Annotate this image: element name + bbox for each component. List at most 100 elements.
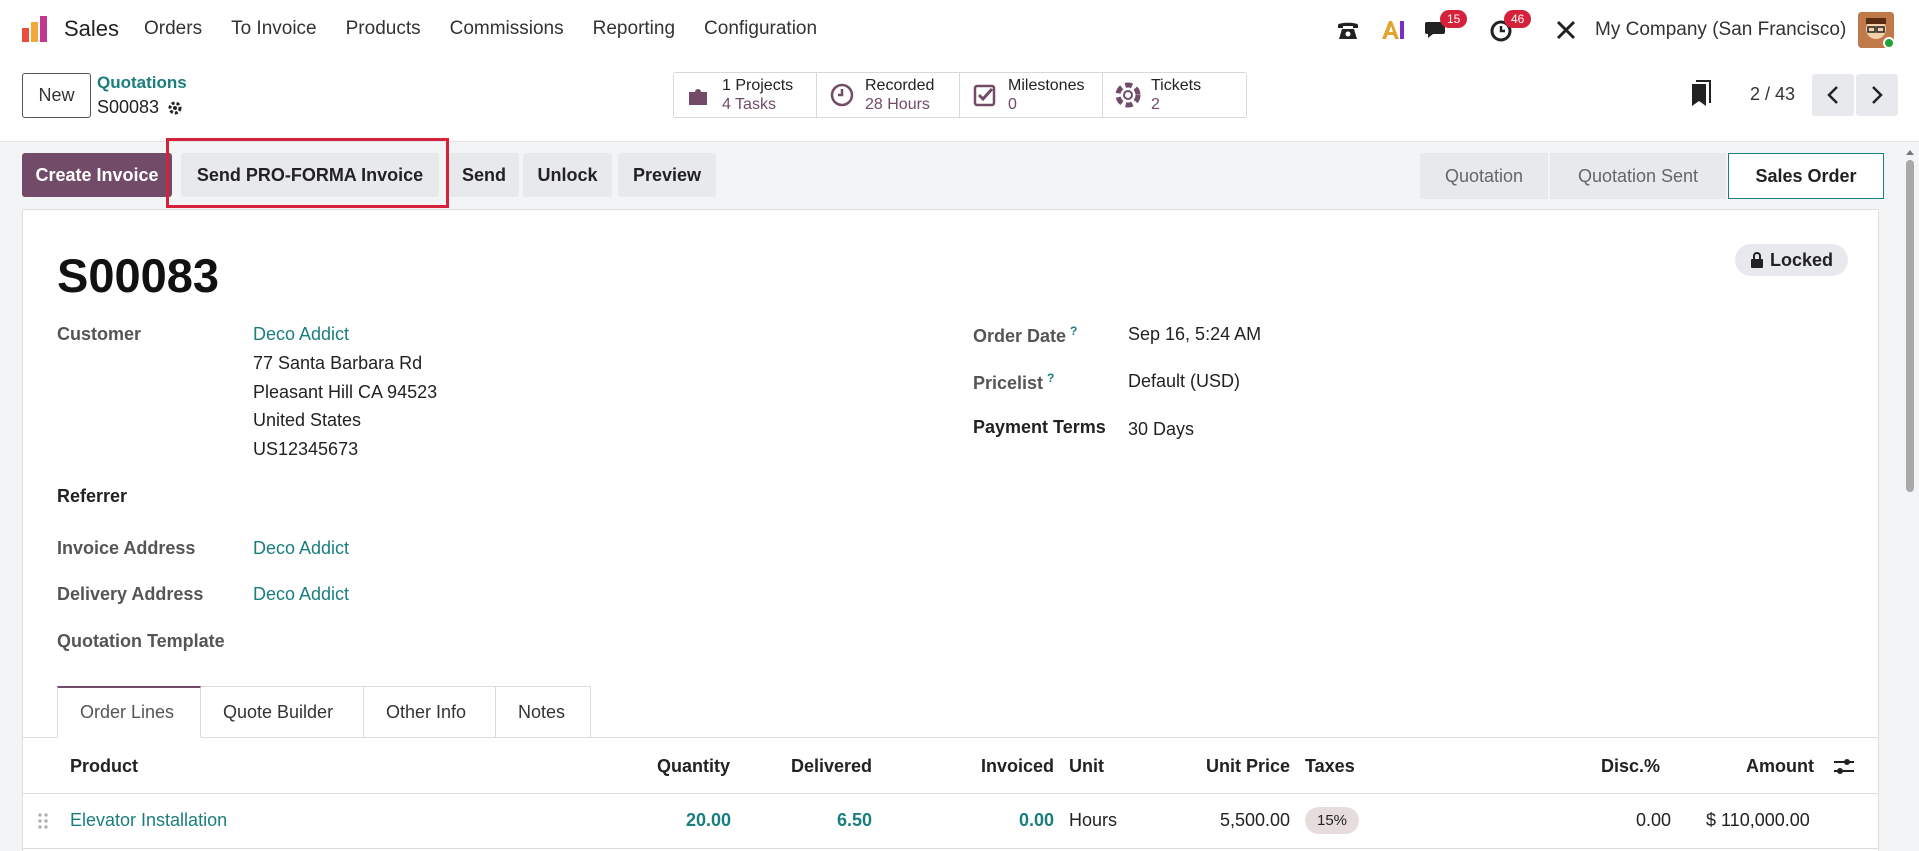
breadcrumb-current: S00083 xyxy=(97,97,183,118)
payment-terms-label: Payment Terms xyxy=(973,417,1106,437)
projects-count: 1 Projects xyxy=(722,77,794,94)
pricelist-value[interactable]: Default (USD) xyxy=(1128,371,1240,392)
tab-other-info[interactable]: Other Info xyxy=(364,686,496,738)
tab-quote-builder[interactable]: Quote Builder xyxy=(201,686,364,738)
smart-buttons: 1 Projects 4 Tasks Recorded 28 Hours Miles… xyxy=(673,72,1247,118)
status-quotation[interactable]: Quotation xyxy=(1420,153,1548,199)
breadcrumb-current-label: S00083 xyxy=(97,97,160,117)
row-invoiced: 0.00 xyxy=(1019,810,1055,830)
chat-badge: 15 xyxy=(1440,10,1468,28)
tickets-smart-button[interactable]: Tickets 2 xyxy=(1103,73,1246,117)
tickets-count: 2 xyxy=(1151,96,1160,113)
new-button[interactable]: New xyxy=(22,73,91,118)
sales-app-icon[interactable] xyxy=(20,14,50,44)
app-name[interactable]: Sales xyxy=(64,16,119,42)
tasks-count: 4 Tasks xyxy=(722,96,776,113)
drag-handle-icon[interactable] xyxy=(37,812,49,830)
referrer-label: Referrer xyxy=(57,486,128,506)
column-unit[interactable]: Unit xyxy=(1069,756,1104,777)
chevron-right-icon xyxy=(1872,86,1883,104)
pager-value[interactable]: 2 / 43 xyxy=(1750,84,1795,105)
row-disc[interactable]: 0.00 xyxy=(1636,810,1671,831)
order-date-help-icon[interactable]: ? xyxy=(1070,324,1077,338)
customer-label: Customer xyxy=(57,324,142,344)
customer-vat: US12345673 xyxy=(253,439,359,459)
row-unit-price[interactable]: 5,500.00 xyxy=(1220,810,1290,831)
tickets-label: Tickets xyxy=(1151,77,1202,94)
milestones-label: Milestones xyxy=(1008,77,1085,94)
column-taxes[interactable]: Taxes xyxy=(1305,756,1355,777)
pricelist-help-icon[interactable]: ? xyxy=(1047,371,1054,385)
row-delivered[interactable]: 6.50 xyxy=(837,810,872,831)
pager-previous-button[interactable] xyxy=(1812,74,1854,116)
order-date-label: Order Date? xyxy=(973,324,1077,347)
milestones-smart-button[interactable]: Milestones 0 xyxy=(960,73,1103,117)
ai-icon[interactable] xyxy=(1380,14,1406,46)
activity-icon[interactable]: 46 xyxy=(1488,10,1536,46)
puzzle-icon xyxy=(689,89,707,105)
highlight-box xyxy=(166,138,449,208)
activity-badge: 46 xyxy=(1504,10,1532,28)
unlock-button[interactable]: Unlock xyxy=(523,153,612,197)
column-delivered[interactable]: Delivered xyxy=(791,756,872,777)
projects-smart-button[interactable]: 1 Projects 4 Tasks xyxy=(674,73,817,117)
tab-notes[interactable]: Notes xyxy=(496,686,591,738)
status-quotation-sent[interactable]: Quotation Sent xyxy=(1550,153,1726,199)
column-quantity[interactable]: Quantity xyxy=(657,756,730,777)
invoice-address-link[interactable]: Deco Addict xyxy=(253,538,349,559)
main-menu: Orders To Invoice Products Commissions R… xyxy=(144,18,817,40)
phone-icon[interactable] xyxy=(1335,14,1361,46)
recorded-label: Recorded xyxy=(865,77,935,94)
customer-link[interactable]: Deco Addict xyxy=(253,324,349,345)
top-navbar: Sales Orders To Invoice Products Commiss… xyxy=(0,0,1919,60)
send-button[interactable]: Send xyxy=(449,153,519,197)
locked-badge: Locked xyxy=(1735,244,1849,276)
locked-label: Locked xyxy=(1770,249,1834,270)
row-amount: $ 110,000.00 xyxy=(1706,810,1810,830)
row-product[interactable]: Elevator Installation xyxy=(70,810,227,831)
column-product[interactable]: Product xyxy=(70,756,138,777)
bookmark-icon[interactable] xyxy=(1688,80,1712,108)
scrollbar-thumb[interactable] xyxy=(1906,160,1914,492)
pager-next-button[interactable] xyxy=(1856,74,1898,116)
order-date-value[interactable]: Sep 16, 5:24 AM xyxy=(1128,324,1261,345)
recorded-hours-smart-button[interactable]: Recorded 28 Hours xyxy=(817,73,960,117)
status-sales-order[interactable]: Sales Order xyxy=(1728,153,1884,199)
menu-reporting[interactable]: Reporting xyxy=(593,18,675,40)
order-date-label-text: Order Date xyxy=(973,326,1067,346)
tab-order-lines[interactable]: Order Lines xyxy=(57,686,201,738)
pricelist-label: Pricelist? xyxy=(973,371,1054,394)
column-settings-icon[interactable] xyxy=(1833,757,1855,777)
payment-terms-value[interactable]: 30 Days xyxy=(1128,419,1194,440)
row-divider xyxy=(23,848,1878,849)
row-unit[interactable]: Hours xyxy=(1069,810,1117,831)
customer-country: United States xyxy=(253,410,362,430)
preview-button[interactable]: Preview xyxy=(618,153,716,197)
company-switcher[interactable]: My Company (San Francisco) xyxy=(1595,19,1846,41)
column-invoiced[interactable]: Invoiced xyxy=(981,756,1054,777)
lifebuoy-icon xyxy=(1115,82,1141,108)
gear-icon[interactable] xyxy=(167,100,183,116)
chat-icon[interactable]: 15 xyxy=(1424,10,1472,46)
menu-products[interactable]: Products xyxy=(346,18,421,40)
delivery-address-label: Delivery Address xyxy=(57,584,204,604)
column-amount[interactable]: Amount xyxy=(1746,756,1814,777)
menu-orders[interactable]: Orders xyxy=(144,18,202,40)
column-unit-price[interactable]: Unit Price xyxy=(1206,756,1290,777)
check-square-icon xyxy=(973,84,996,107)
invoice-address-label: Invoice Address xyxy=(57,538,196,558)
form-sheet: S00083 Locked Customer Deco Addict 77 Sa… xyxy=(22,209,1879,851)
scroll-up-icon[interactable] xyxy=(1905,148,1915,156)
create-invoice-button[interactable]: Create Invoice xyxy=(22,153,172,197)
row-quantity[interactable]: 20.00 xyxy=(686,810,731,831)
breadcrumb-quotations[interactable]: Quotations xyxy=(97,73,187,93)
customer-street: 77 Santa Barbara Rd xyxy=(253,353,423,373)
tools-icon[interactable] xyxy=(1554,14,1578,46)
delivery-address-link[interactable]: Deco Addict xyxy=(253,584,349,605)
row-tax-badge[interactable]: 15% xyxy=(1305,807,1360,834)
user-avatar[interactable] xyxy=(1858,12,1894,48)
menu-commissions[interactable]: Commissions xyxy=(450,18,564,40)
column-disc[interactable]: Disc.% xyxy=(1601,756,1660,777)
menu-to-invoice[interactable]: To Invoice xyxy=(231,18,317,40)
menu-configuration[interactable]: Configuration xyxy=(704,18,817,40)
